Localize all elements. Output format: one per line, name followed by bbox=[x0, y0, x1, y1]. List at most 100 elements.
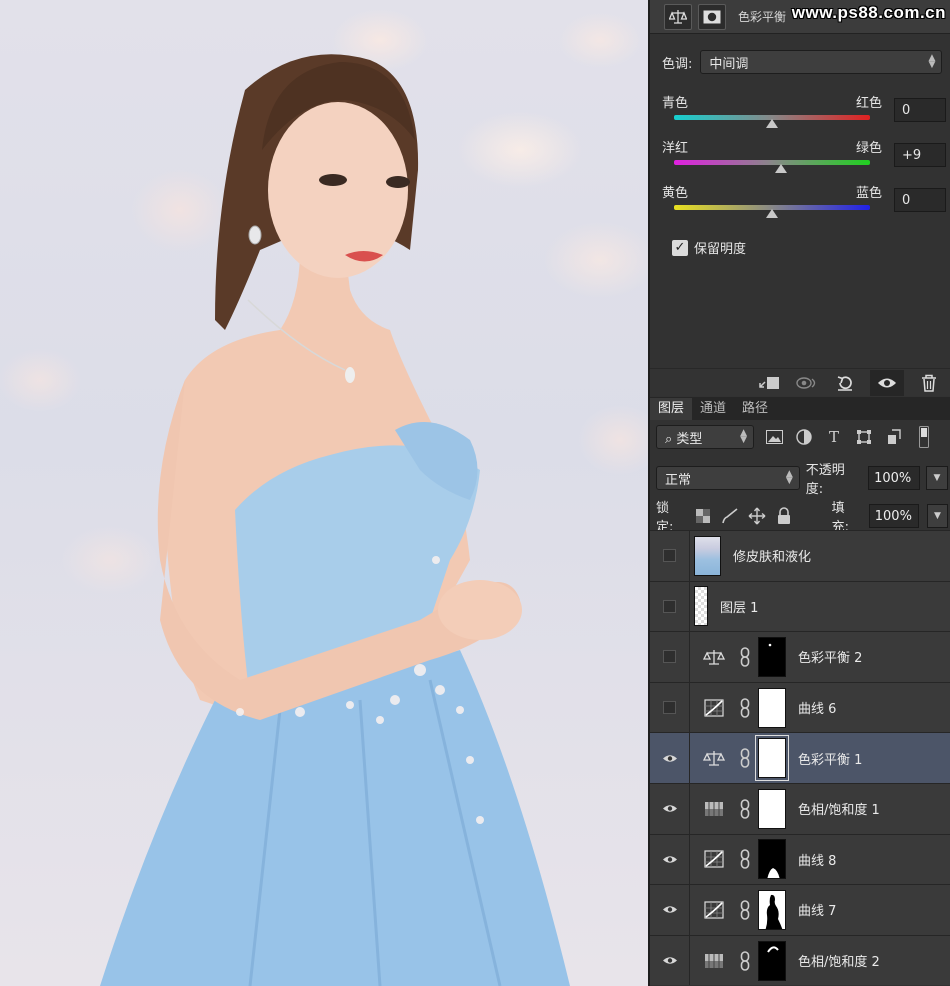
color-balance-tab-icon[interactable] bbox=[664, 3, 692, 30]
layer-visibility-toggle[interactable] bbox=[650, 581, 690, 632]
layer-name: 色相/饱和度 2 bbox=[798, 955, 880, 971]
opacity-input[interactable]: 100% bbox=[868, 466, 921, 490]
slider-value-input[interactable]: 0 bbox=[894, 98, 946, 122]
preserve-luminosity-row[interactable]: ✓ 保留明度 bbox=[672, 238, 746, 257]
layer-row[interactable]: 色彩平衡 1 bbox=[650, 732, 950, 783]
properties-title: 色彩平衡 bbox=[738, 10, 787, 24]
slider-right-label: 绿色 bbox=[855, 141, 882, 156]
fill-dropdown-icon[interactable]: ▼ bbox=[926, 504, 948, 528]
lock-position-icon[interactable] bbox=[747, 507, 766, 525]
layer-visibility-toggle[interactable] bbox=[650, 834, 690, 885]
slider-thumb[interactable] bbox=[774, 164, 787, 173]
layer-row[interactable]: 色相/饱和度 2 bbox=[650, 934, 950, 986]
layer-visibility-toggle[interactable] bbox=[650, 885, 690, 935]
image-canvas[interactable] bbox=[0, 0, 648, 986]
eye-icon bbox=[662, 906, 677, 914]
hidden-box-icon bbox=[663, 599, 676, 613]
tab-0[interactable]: 图层 bbox=[650, 398, 693, 420]
layer-row[interactable]: 修皮肤和液化 bbox=[650, 530, 950, 581]
layer-mask-thumbnail[interactable] bbox=[755, 735, 789, 782]
layer-visibility-toggle[interactable] bbox=[650, 733, 690, 783]
eye-icon bbox=[662, 805, 677, 813]
toggle-visibility-icon[interactable] bbox=[870, 369, 904, 396]
slider-right-label: 红色 bbox=[855, 96, 882, 111]
lock-image-pixels-icon[interactable] bbox=[720, 507, 739, 525]
reset-icon[interactable] bbox=[832, 372, 858, 394]
filter-toggle-icon[interactable] bbox=[914, 426, 934, 448]
layer-mask-thumbnail[interactable] bbox=[758, 839, 786, 880]
slider-labels: 黄色 蓝色 bbox=[662, 182, 882, 201]
slider-labels: 青色 红色 bbox=[662, 92, 882, 111]
color-slider-0: 青色 红色 0 bbox=[662, 92, 946, 128]
filter-adjustment-icon[interactable] bbox=[794, 428, 814, 446]
chain-link-icon[interactable] bbox=[736, 798, 754, 819]
right-panel: 色彩平衡 www.ps88.com.cn 色调: 中间调 ▲ ▼ 青色 红色 0 洋红 绿… bbox=[648, 0, 950, 986]
mask-tab-icon[interactable] bbox=[698, 3, 726, 30]
opacity-dropdown-icon[interactable]: ▼ bbox=[926, 466, 948, 490]
blend-mode-select[interactable]: 正常 ▲ ▼ bbox=[656, 466, 800, 490]
layer-row[interactable]: 色彩平衡 2 bbox=[650, 631, 950, 682]
chain-link-icon[interactable] bbox=[736, 849, 754, 870]
curves-icon bbox=[702, 899, 726, 921]
layer-visibility-toggle[interactable] bbox=[650, 632, 690, 682]
filter-pixel-icon[interactable] bbox=[764, 428, 784, 446]
lock-all-icon[interactable] bbox=[775, 507, 794, 525]
chain-link-icon[interactable] bbox=[736, 697, 754, 718]
chain-link-icon[interactable] bbox=[736, 950, 754, 971]
layer-visibility-toggle[interactable] bbox=[650, 682, 690, 733]
tone-select[interactable]: 中间调 ▲ ▼ bbox=[700, 50, 943, 74]
layer-visibility-toggle[interactable] bbox=[650, 783, 690, 834]
slider-right-label: 蓝色 bbox=[855, 186, 882, 201]
layers-tabs: 图层 通道 路径 bbox=[650, 397, 950, 420]
tab-2[interactable]: 路径 bbox=[734, 398, 776, 420]
eye-icon bbox=[662, 754, 677, 762]
clip-to-layer-icon[interactable] bbox=[756, 372, 782, 394]
color-balance-icon bbox=[702, 747, 726, 769]
opacity-label: 不透明度: bbox=[805, 463, 845, 497]
slider-track[interactable] bbox=[674, 160, 870, 165]
slider-thumb[interactable] bbox=[766, 209, 778, 218]
layer-mask-thumbnail[interactable] bbox=[758, 687, 786, 728]
layer-mask-thumbnail[interactable] bbox=[758, 636, 786, 677]
layer-row[interactable]: 曲线 6 bbox=[650, 681, 950, 733]
layer-mask-thumbnail[interactable] bbox=[758, 788, 786, 829]
curves-icon bbox=[702, 697, 726, 719]
view-previous-state-icon[interactable] bbox=[794, 372, 820, 394]
layer-thumbnail bbox=[694, 586, 708, 627]
tab-1[interactable]: 通道 bbox=[692, 398, 734, 420]
portrait-photo bbox=[100, 54, 570, 986]
eye-icon bbox=[662, 957, 677, 964]
filter-smart-object-icon[interactable] bbox=[884, 428, 904, 446]
layer-row[interactable]: 色相/饱和度 1 bbox=[650, 782, 950, 834]
filter-type-select[interactable]: ⌕ 类型 ▲ ▼ bbox=[656, 425, 754, 449]
layer-row[interactable]: 曲线 8 bbox=[650, 833, 950, 885]
search-icon: ⌕ bbox=[665, 431, 673, 447]
eye-icon bbox=[662, 856, 677, 863]
chain-link-icon[interactable] bbox=[736, 748, 754, 768]
chain-link-icon[interactable] bbox=[736, 647, 754, 667]
layer-mask-thumbnail[interactable] bbox=[758, 940, 786, 981]
properties-header: 色彩平衡 www.ps88.com.cn bbox=[650, 0, 950, 34]
fill-input[interactable]: 100% bbox=[868, 504, 919, 528]
slider-value-input[interactable]: +9 bbox=[894, 143, 946, 167]
layer-mask-thumbnail[interactable] bbox=[758, 889, 786, 930]
select-arrows-icon: ▲ ▼ bbox=[740, 428, 747, 445]
layer-visibility-toggle[interactable] bbox=[650, 531, 690, 581]
chain-link-icon[interactable] bbox=[736, 900, 754, 920]
tone-row: 色调: 中间调 ▲ ▼ bbox=[662, 50, 943, 74]
slider-value-input[interactable]: 0 bbox=[894, 188, 946, 212]
layer-row[interactable]: 图层 1 bbox=[650, 580, 950, 632]
filter-shape-icon[interactable] bbox=[854, 428, 874, 446]
delete-icon[interactable] bbox=[916, 372, 942, 394]
hidden-box-icon bbox=[663, 701, 676, 715]
lock-transparent-pixels-icon[interactable] bbox=[693, 507, 712, 525]
slider-thumb[interactable] bbox=[766, 119, 778, 128]
layer-row[interactable]: 曲线 7 bbox=[650, 884, 950, 935]
hidden-box-icon bbox=[663, 650, 676, 664]
color-slider-1: 洋红 绿色 +9 bbox=[662, 137, 946, 173]
filter-type-icon[interactable]: T bbox=[824, 428, 844, 446]
select-arrows-icon: ▲ ▼ bbox=[928, 53, 936, 70]
preserve-luminosity-checkbox[interactable]: ✓ bbox=[672, 239, 688, 256]
layer-visibility-toggle[interactable] bbox=[650, 935, 690, 986]
hidden-box-icon bbox=[663, 549, 676, 563]
